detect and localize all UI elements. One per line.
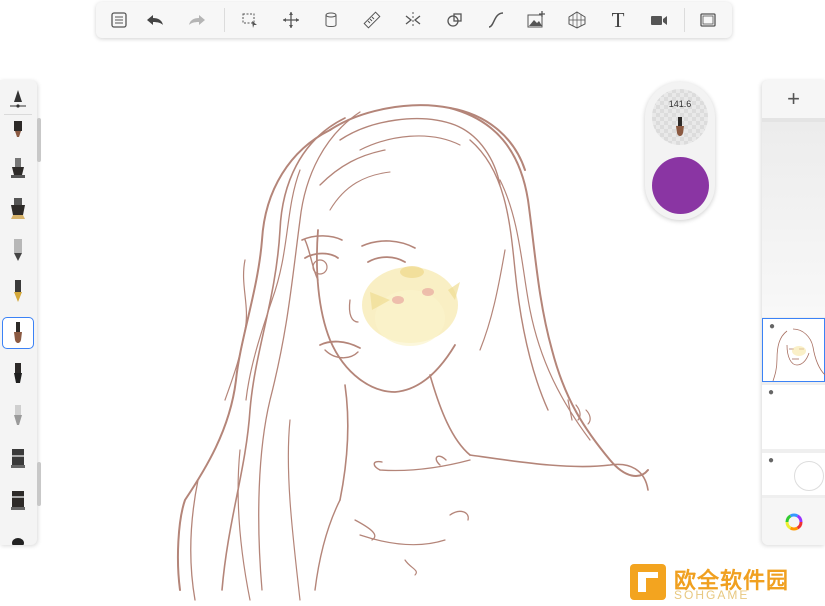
brush-library-panel bbox=[0, 80, 37, 545]
transform-icon[interactable] bbox=[278, 7, 304, 33]
import-image-icon[interactable] bbox=[523, 7, 549, 33]
brush-flat-marker-icon[interactable] bbox=[2, 442, 34, 474]
record-video-icon[interactable] bbox=[646, 7, 672, 33]
top-toolbar: T bbox=[96, 2, 732, 38]
brush-size-preview[interactable]: 141.6 bbox=[652, 89, 708, 145]
color-wheel-icon bbox=[785, 513, 802, 530]
brush-fountain-pen-icon[interactable] bbox=[2, 275, 34, 307]
fullscreen-icon[interactable] bbox=[695, 7, 721, 33]
layers-panel: + ● ● ● bbox=[762, 80, 825, 545]
text-icon[interactable]: T bbox=[605, 7, 631, 33]
brush-airbrush-icon[interactable] bbox=[2, 400, 34, 432]
layer-item-background[interactable]: ● bbox=[762, 453, 825, 495]
selection-icon[interactable] bbox=[237, 7, 263, 33]
brush-chisel-icon[interactable] bbox=[2, 152, 34, 184]
add-layer-label: + bbox=[787, 86, 800, 111]
current-brush-icon bbox=[676, 117, 684, 136]
watermark-logo bbox=[630, 564, 666, 600]
brush-marker-icon[interactable] bbox=[2, 114, 34, 146]
curve-icon[interactable] bbox=[483, 7, 509, 33]
ruler-icon[interactable] bbox=[359, 7, 385, 33]
brush-paintbrush-icon[interactable] bbox=[2, 317, 34, 349]
add-layer-button[interactable]: + bbox=[762, 80, 825, 118]
brush-settings-icon[interactable] bbox=[2, 83, 34, 115]
brush-puck[interactable]: 141.6 bbox=[645, 82, 715, 220]
brush-size-value: 141.6 bbox=[668, 99, 692, 109]
brush-scrollbar[interactable] bbox=[37, 462, 41, 506]
shapes-icon[interactable] bbox=[442, 7, 468, 33]
layer-item-empty[interactable]: ● bbox=[762, 385, 825, 449]
background-color-dot bbox=[794, 461, 824, 491]
eye-icon[interactable]: ● bbox=[768, 455, 774, 466]
perspective-guide-icon[interactable] bbox=[564, 7, 590, 33]
brush-wide-marker-icon[interactable] bbox=[2, 484, 34, 516]
toolbar-divider bbox=[684, 8, 685, 32]
brush-eraser-icon[interactable] bbox=[2, 526, 34, 545]
eye-icon[interactable]: ● bbox=[768, 387, 774, 398]
fill-bucket-icon[interactable] bbox=[318, 7, 344, 33]
layers-empty-area bbox=[762, 122, 825, 317]
watermark-subtext: SOHGAME bbox=[674, 588, 750, 602]
layer-item-sketch[interactable]: ● bbox=[762, 318, 825, 382]
gallery-icon[interactable] bbox=[106, 7, 132, 33]
brush-scrollbar[interactable] bbox=[37, 118, 41, 162]
color-swatch[interactable] bbox=[652, 157, 709, 214]
undo-icon[interactable] bbox=[142, 7, 168, 33]
color-wheel-button[interactable] bbox=[762, 498, 825, 545]
brush-pencil-icon[interactable] bbox=[2, 234, 34, 266]
chick-sticker bbox=[362, 266, 460, 346]
toolbar-divider bbox=[224, 8, 225, 32]
symmetry-icon[interactable] bbox=[400, 7, 426, 33]
redo-icon[interactable] bbox=[184, 7, 210, 33]
brush-calligraphy-icon[interactable] bbox=[2, 192, 34, 224]
text-tool-glyph: T bbox=[611, 7, 625, 32]
brush-ink-icon[interactable] bbox=[2, 358, 34, 390]
layer-thumbnail bbox=[772, 328, 825, 381]
